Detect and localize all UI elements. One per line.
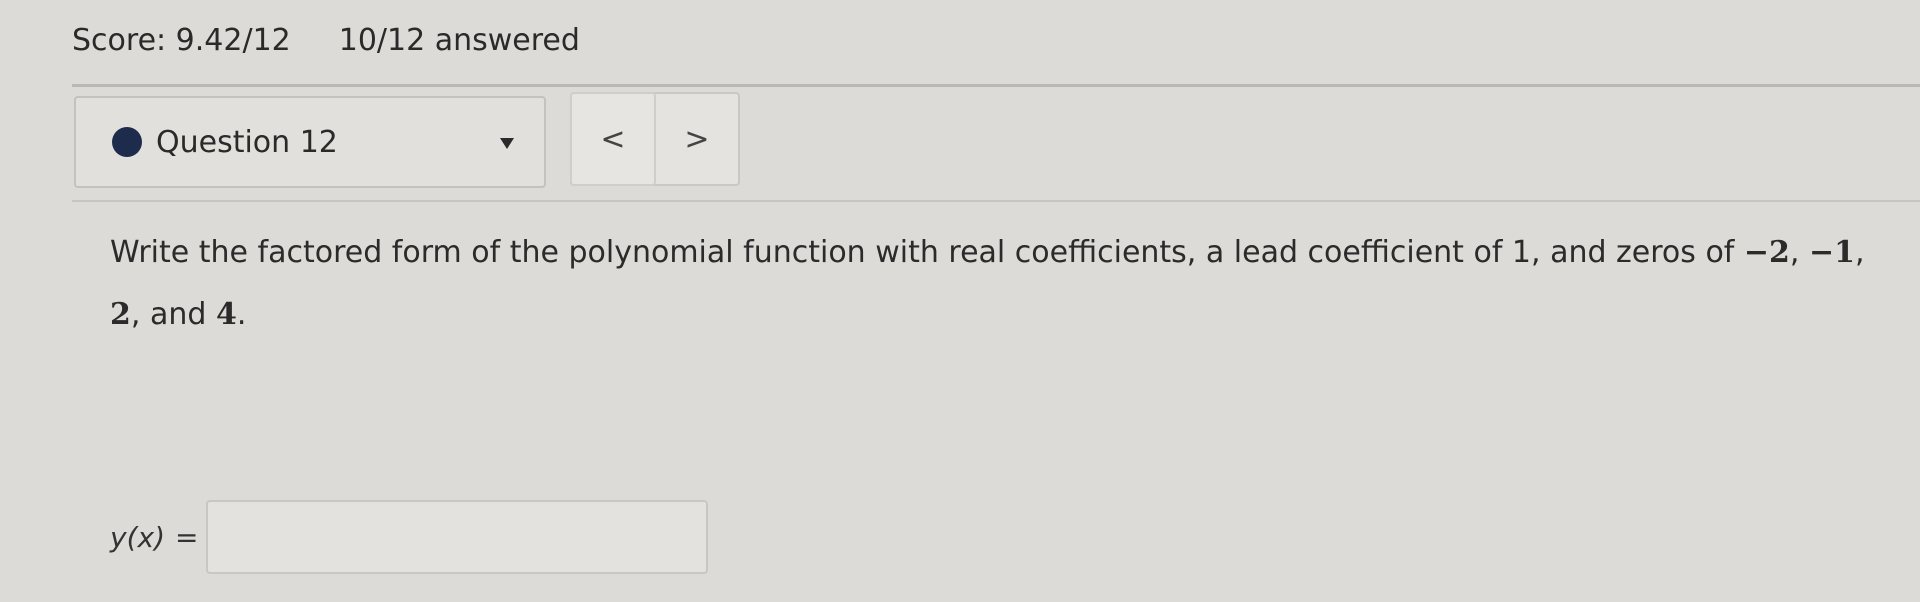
question-prompt: Write the factored form of the polynomia… — [110, 222, 1870, 346]
prompt-separator: , — [1855, 235, 1865, 270]
question-dropdown[interactable]: Question 12 — [74, 96, 546, 188]
zero-value: −1 — [1809, 235, 1856, 270]
score-header: Score: 9.42/12 10/12 answered — [72, 16, 580, 64]
zero-value: −2 — [1743, 235, 1790, 270]
prompt-text: Write the factored form of the polynomia… — [110, 235, 1744, 270]
question-nav-buttons: < > — [570, 92, 740, 186]
answered-count: 10/12 answered — [338, 22, 580, 58]
score-text: Score: 9.42/12 — [72, 22, 291, 58]
header-divider — [72, 84, 1920, 87]
zero-value: 4 — [215, 297, 237, 332]
answer-row: y(x) = — [110, 500, 709, 574]
chevron-left-icon: < — [600, 121, 626, 157]
question-dropdown-label: Question 12 — [156, 124, 338, 160]
equals-sign: = — [175, 520, 199, 554]
previous-question-button[interactable]: < — [570, 92, 656, 186]
prompt-separator: , — [1789, 235, 1809, 270]
answer-input[interactable] — [206, 500, 709, 574]
chevron-right-icon: > — [684, 121, 710, 157]
answer-lhs-label: y(x) — [110, 520, 165, 554]
question-status-dot-icon — [112, 127, 142, 157]
caret-down-icon — [500, 138, 514, 149]
prompt-end: . — [236, 297, 247, 332]
prompt-separator: , and — [130, 297, 216, 332]
next-question-button[interactable]: > — [656, 94, 738, 184]
question-divider — [72, 200, 1920, 202]
zero-value: 2 — [110, 297, 131, 332]
